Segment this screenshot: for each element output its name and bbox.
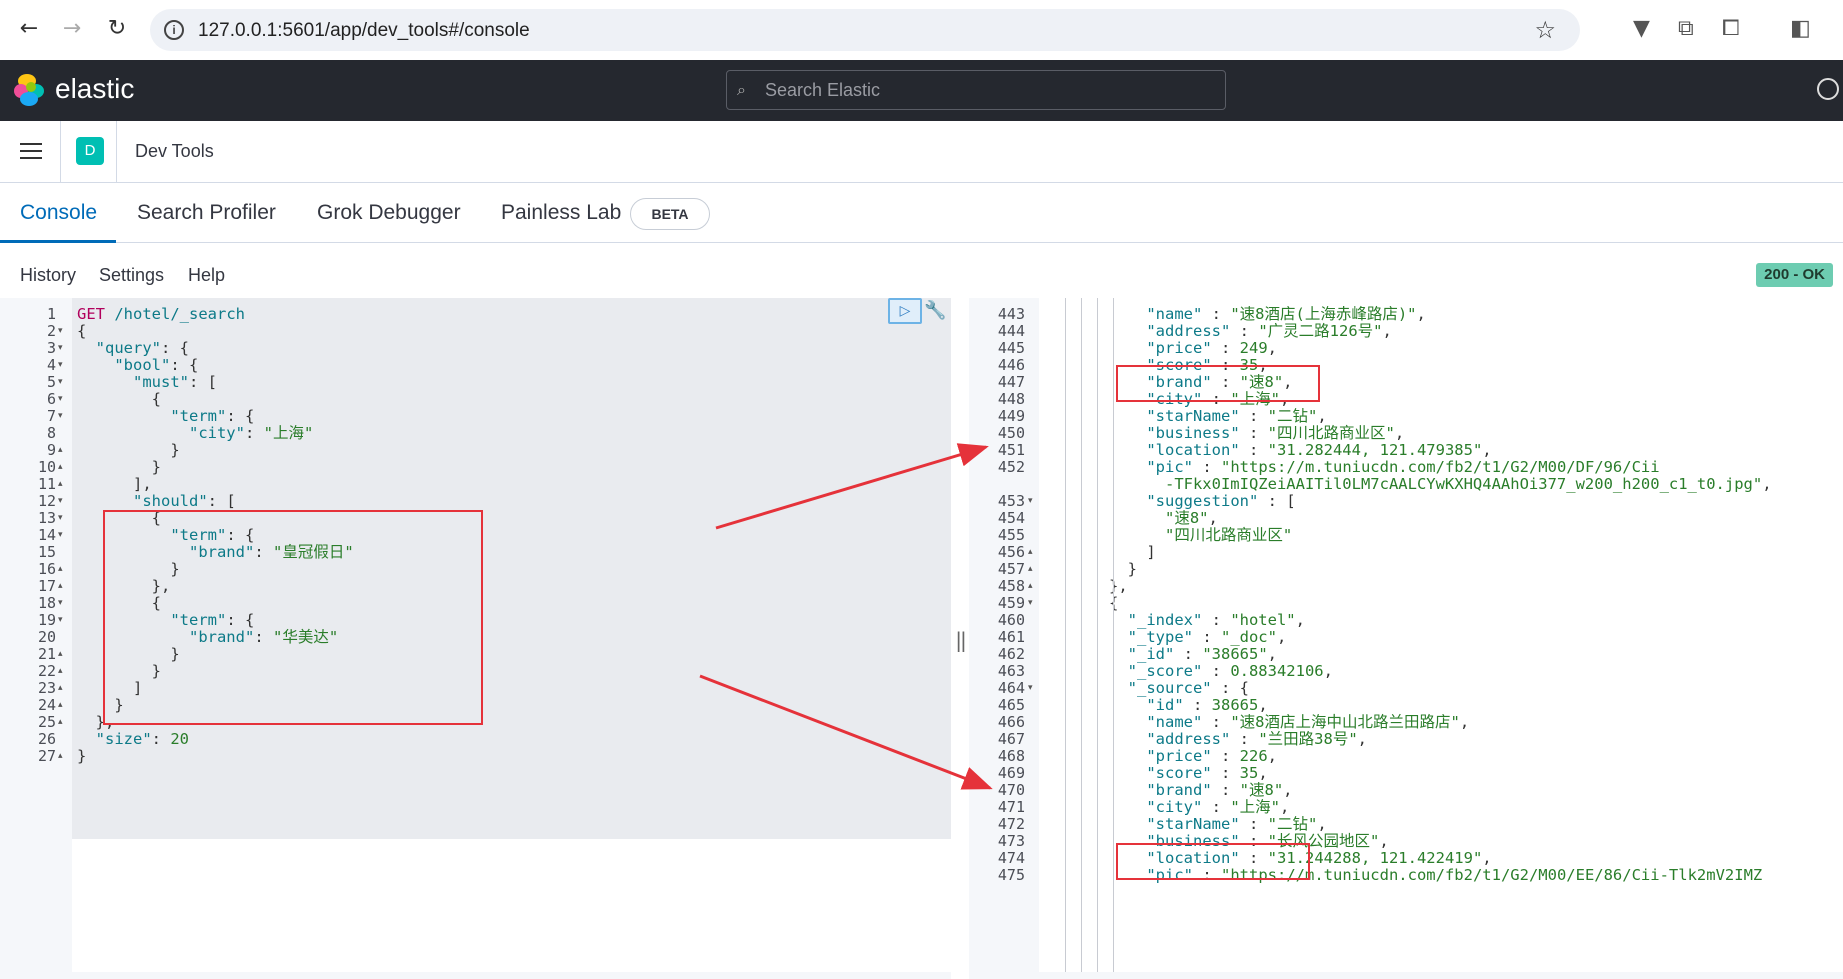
space-avatar[interactable]: D (76, 137, 104, 165)
help-lifebuoy-icon[interactable] (1817, 78, 1839, 100)
divider (116, 121, 117, 183)
extension-copy-icon[interactable]: ⧉ (1678, 16, 1694, 41)
elastic-logo-icon[interactable] (14, 74, 46, 106)
app-bar: D Dev Tools (0, 121, 1843, 183)
url-text[interactable]: 127.0.0.1:5601/app/dev_tools#/console (198, 20, 530, 42)
breadcrumb-dev-tools: Dev Tools (135, 141, 214, 161)
history-link[interactable]: History (20, 265, 76, 286)
kibana-header: elastic ⌕ (0, 60, 1843, 121)
extension-v-icon[interactable]: ▼ (1633, 16, 1650, 41)
arrow-to-brand-2 (699, 674, 993, 790)
search-input[interactable] (765, 71, 1205, 109)
help-link[interactable]: Help (188, 265, 225, 286)
reload-icon[interactable]: ↻ (102, 14, 132, 44)
site-info-icon[interactable]: i (164, 20, 184, 40)
arrow-left-icon[interactable]: ← (14, 14, 44, 44)
settings-link[interactable]: Settings (99, 265, 164, 286)
divider (60, 121, 61, 183)
console-panes: ▷ 🔧 1 GET /hotel/_search 2 ▾{3 ▾ "query": {4… (0, 298, 1843, 979)
arrow-right-icon[interactable]: → (57, 14, 87, 44)
side-panel-icon[interactable]: ◧ (1790, 16, 1811, 41)
tab-painless-lab[interactable]: Painless Lab (501, 201, 621, 225)
brand-name[interactable]: elastic (55, 73, 134, 105)
hamburger-menu-icon[interactable] (20, 143, 42, 159)
status-badge: 200 - OK (1756, 263, 1833, 287)
address-bar[interactable]: i 127.0.0.1:5601/app/dev_tools#/console … (150, 9, 1580, 51)
puzzle-extensions-icon[interactable]: ⧠ (1722, 16, 1740, 41)
bookmark-star-icon[interactable]: ☆ (1534, 16, 1556, 44)
dev-tools-tabs: Console Search Profiler Grok Debugger Pa… (0, 183, 1843, 243)
search-icon: ⌕ (737, 80, 746, 99)
arrow-to-brand-1 (715, 443, 989, 530)
console-toolbar: History Settings Help 200 - OK (0, 243, 1843, 298)
tab-grok-debugger[interactable]: Grok Debugger (317, 201, 461, 225)
global-search[interactable]: ⌕ (726, 70, 1226, 110)
browser-toolbar: ← → ↻ i 127.0.0.1:5601/app/dev_tools#/co… (0, 0, 1843, 60)
annotation-arrows (699, 443, 993, 790)
beta-badge: BETA (630, 198, 710, 230)
tab-search-profiler[interactable]: Search Profiler (137, 201, 276, 225)
tab-console[interactable]: Console (20, 201, 97, 225)
